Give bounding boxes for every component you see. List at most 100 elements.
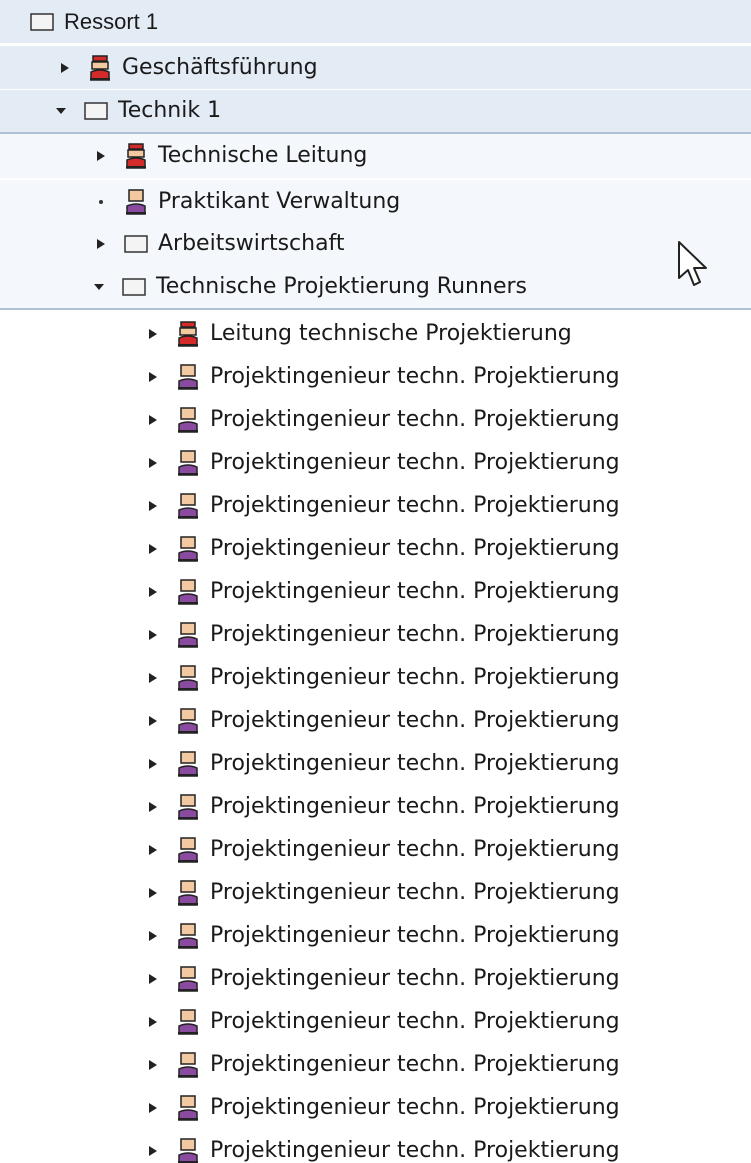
tree-node-level3[interactable]: Projektingenieur techn. Projektierung — [0, 484, 751, 528]
tree-node-label: Projektingenieur techn. Projektierung — [210, 622, 620, 647]
tree-node-label: Projektingenieur techn. Projektierung — [210, 364, 620, 389]
tree-node-label: Projektingenieur techn. Projektierung — [210, 794, 620, 819]
tree-node-level3[interactable]: Projektingenieur techn. Projektierung — [0, 398, 751, 442]
person-icon — [176, 364, 200, 390]
org-tree: Ressort 1 Geschäftsführung Technik 1 Tec… — [0, 0, 751, 1163]
tree-node-level3[interactable]: Projektingenieur techn. Projektierung — [0, 656, 751, 700]
collapse-arrow-icon[interactable] — [90, 278, 108, 296]
tree-node-label: Projektingenieur techn. Projektierung — [210, 923, 620, 948]
person-icon — [176, 1009, 200, 1035]
tree-node-geschaeftsfuehrung[interactable]: Geschäftsführung — [0, 46, 751, 90]
tree-node-level3[interactable]: Projektingenieur techn. Projektierung — [0, 1000, 751, 1044]
tree-node-level3[interactable]: Projektingenieur techn. Projektierung — [0, 828, 751, 872]
person-icon — [176, 1095, 200, 1121]
expand-arrow-icon[interactable] — [144, 1056, 162, 1074]
org-unit-icon — [84, 99, 108, 123]
tree-node-label: Projektingenieur techn. Projektierung — [210, 966, 620, 991]
expand-arrow-icon[interactable] — [144, 1142, 162, 1160]
tree-node-arbeitswirtschaft[interactable]: Arbeitswirtschaft — [0, 222, 751, 266]
manager-icon — [88, 54, 112, 81]
person-icon — [176, 450, 200, 476]
tree-node-level3[interactable]: Projektingenieur techn. Projektierung — [0, 699, 751, 743]
expand-arrow-icon[interactable] — [144, 1013, 162, 1031]
expand-arrow-icon[interactable] — [144, 927, 162, 945]
tree-node-level3[interactable]: Projektingenieur techn. Projektierung — [0, 613, 751, 657]
tree-node-label: Projektingenieur techn. Projektierung — [210, 1138, 620, 1163]
tree-node-label: Projektingenieur techn. Projektierung — [210, 579, 620, 604]
person-icon — [176, 923, 200, 949]
expand-arrow-icon[interactable] — [144, 970, 162, 988]
tree-node-level3[interactable]: Projektingenieur techn. Projektierung — [0, 785, 751, 829]
tree-node-label: Projektingenieur techn. Projektierung — [210, 665, 620, 690]
tree-node-label: Praktikant Verwaltung — [158, 189, 401, 214]
tree-node-level3[interactable]: Projektingenieur techn. Projektierung — [0, 871, 751, 915]
tree-node-level3[interactable]: Projektingenieur techn. Projektierung — [0, 355, 751, 399]
expand-arrow-icon[interactable] — [144, 712, 162, 730]
person-icon — [176, 407, 200, 433]
tree-node-label: Leitung technische Projektierung — [210, 321, 572, 346]
tree-node-level3[interactable]: Projektingenieur techn. Projektierung — [0, 1086, 751, 1130]
tree-node-level3[interactable]: Projektingenieur techn. Projektierung — [0, 570, 751, 614]
tree-node-level3[interactable]: Projektingenieur techn. Projektierung — [0, 742, 751, 786]
person-icon — [176, 1052, 200, 1078]
tree-node-level3[interactable]: Projektingenieur techn. Projektierung — [0, 914, 751, 958]
org-unit-icon — [122, 275, 146, 299]
person-icon — [176, 708, 200, 734]
person-icon — [176, 794, 200, 820]
tree-node-label: Projektingenieur techn. Projektierung — [210, 751, 620, 776]
tree-node-label: Projektingenieur techn. Projektierung — [210, 450, 620, 475]
expand-arrow-icon[interactable] — [144, 884, 162, 902]
expand-arrow-icon[interactable] — [144, 454, 162, 472]
tree-node-label: Technische Leitung — [158, 143, 368, 168]
expand-arrow-icon[interactable] — [144, 755, 162, 773]
expand-arrow-icon[interactable] — [144, 368, 162, 386]
tree-node-label: Projektingenieur techn. Projektierung — [210, 1009, 620, 1034]
expand-arrow-icon[interactable] — [144, 626, 162, 644]
expand-arrow-icon[interactable] — [144, 583, 162, 601]
person-icon — [176, 665, 200, 691]
tree-node-level3[interactable]: Projektingenieur techn. Projektierung — [0, 957, 751, 1001]
person-icon — [176, 622, 200, 648]
tree-node-level3[interactable]: Projektingenieur techn. Projektierung — [0, 441, 751, 485]
expand-arrow-icon[interactable] — [144, 411, 162, 429]
tree-node-label: Geschäftsführung — [122, 54, 318, 80]
expand-arrow-icon[interactable] — [144, 841, 162, 859]
tree-node-label: Projektingenieur techn. Projektierung — [210, 880, 620, 905]
collapse-arrow-icon[interactable] — [52, 102, 70, 120]
expand-arrow-icon[interactable] — [144, 1099, 162, 1117]
tree-node-level3[interactable]: Projektingenieur techn. Projektierung — [0, 1043, 751, 1087]
expand-arrow-icon[interactable] — [144, 669, 162, 687]
person-icon — [176, 1138, 200, 1163]
manager-icon — [124, 143, 148, 169]
tree-node-praktikant-verwaltung[interactable]: Praktikant Verwaltung — [0, 180, 751, 224]
mouse-cursor-icon — [678, 241, 707, 286]
manager-icon — [176, 321, 200, 347]
org-unit-icon — [30, 10, 54, 34]
tree-node-technische-leitung[interactable]: Technische Leitung — [0, 134, 751, 178]
tree-node-root[interactable]: Ressort 1 — [0, 0, 751, 44]
expand-arrow-icon[interactable] — [144, 325, 162, 343]
tree-node-technik-1[interactable]: Technik 1 — [0, 90, 751, 134]
expand-arrow-icon[interactable] — [56, 59, 74, 77]
tree-node-label: Projektingenieur techn. Projektierung — [210, 1052, 620, 1077]
expand-arrow-icon[interactable] — [144, 798, 162, 816]
tree-node-label: Technik 1 — [118, 98, 222, 123]
expand-arrow-icon[interactable] — [144, 497, 162, 515]
person-icon — [176, 880, 200, 906]
person-icon — [124, 189, 148, 215]
person-icon — [176, 493, 200, 519]
tree-node-level3[interactable]: Projektingenieur techn. Projektierung — [0, 1129, 751, 1163]
person-icon — [176, 966, 200, 992]
tree-node-level3[interactable]: Projektingenieur techn. Projektierung — [0, 527, 751, 571]
tree-node-label: Projektingenieur techn. Projektierung — [210, 407, 620, 432]
tree-node-label: Projektingenieur techn. Projektierung — [210, 837, 620, 862]
tree-node-level3[interactable]: Leitung technische Projektierung — [0, 312, 751, 356]
expand-arrow-icon[interactable] — [92, 147, 110, 165]
expand-arrow-icon[interactable] — [92, 235, 110, 253]
org-unit-icon — [124, 232, 148, 256]
tree-node-technische-projektierung-runners[interactable]: Technische Projektierung Runners — [0, 266, 751, 310]
tree-node-label: Ressort 1 — [64, 8, 159, 34]
leaf-dot-icon — [92, 193, 110, 211]
person-icon — [176, 536, 200, 562]
expand-arrow-icon[interactable] — [144, 540, 162, 558]
